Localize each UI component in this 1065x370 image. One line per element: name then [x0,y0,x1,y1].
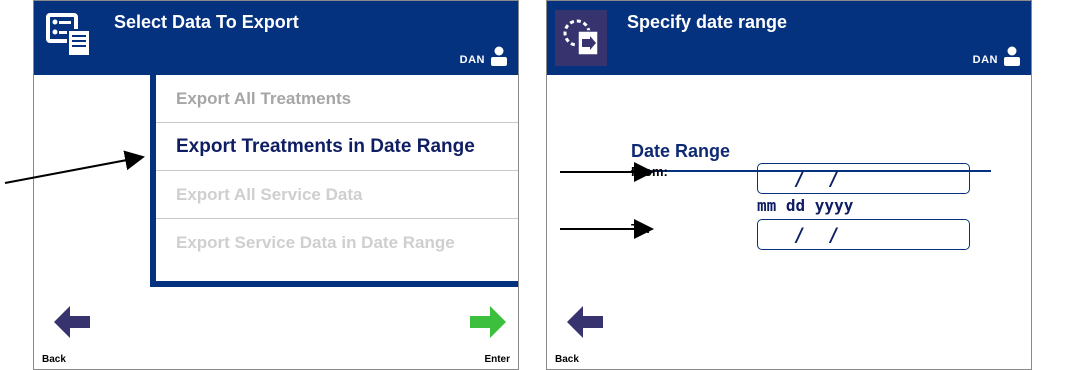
callout-arrow-menu [4,150,145,184]
callout-arrows [4,150,654,239]
